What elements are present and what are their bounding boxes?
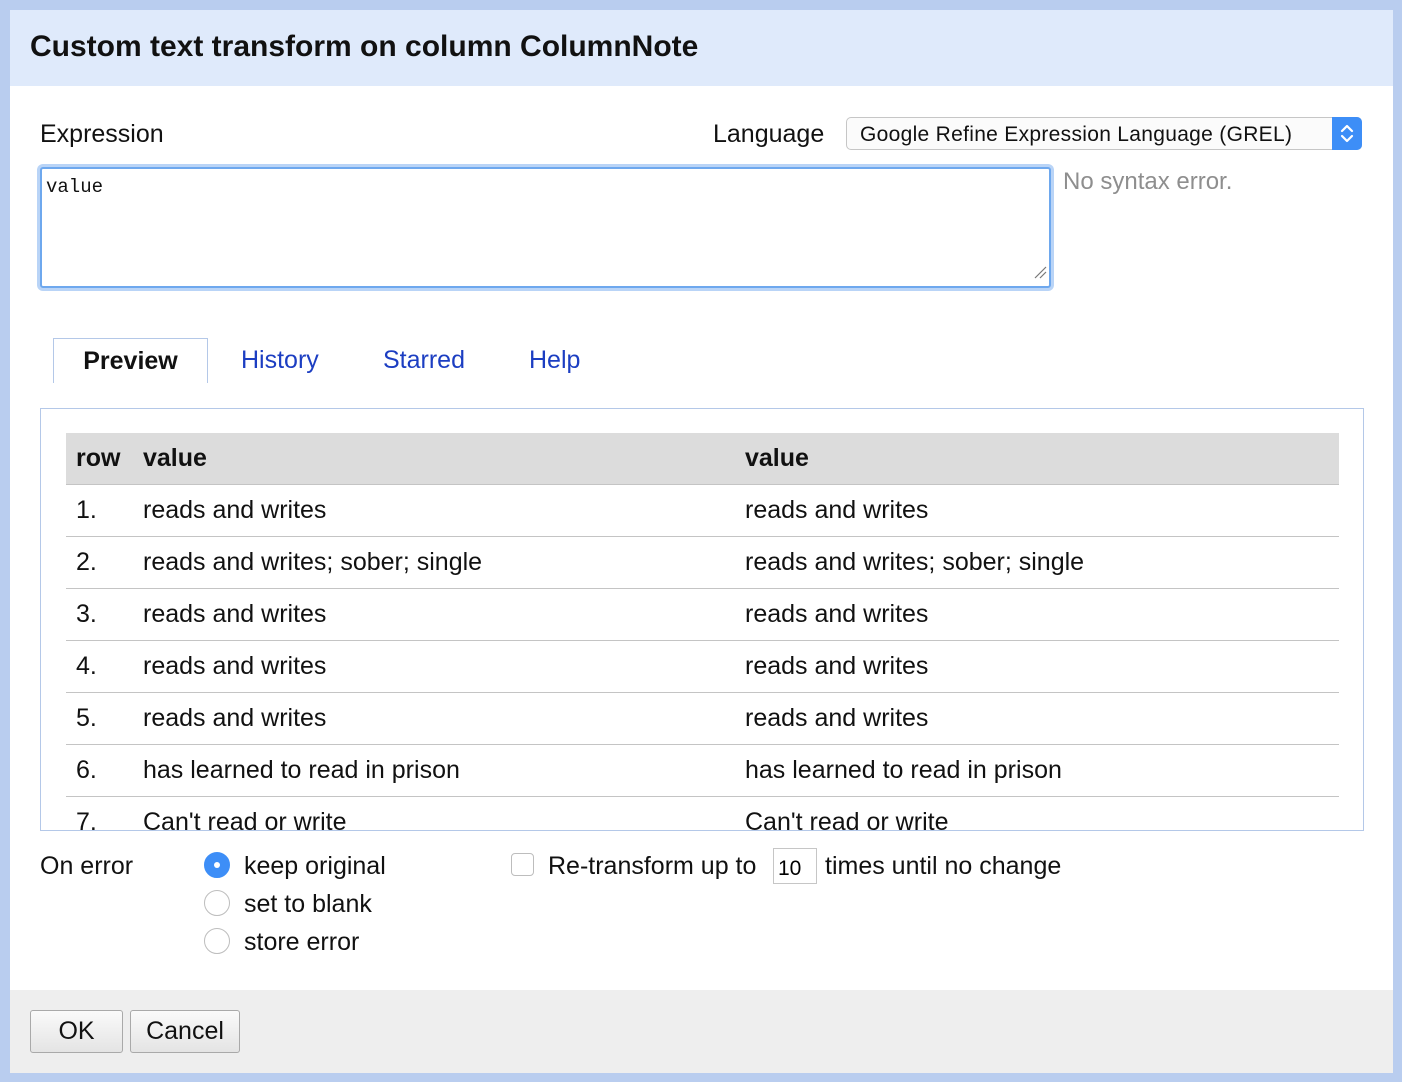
tab-starred[interactable]: Starred	[383, 338, 465, 382]
preview-panel[interactable]: row value value 1. reads and writes read…	[40, 408, 1364, 831]
table-row: 2. reads and writes; sober; single reads…	[66, 536, 1339, 589]
language-selected-value: Google Refine Expression Language (GREL)	[860, 123, 1293, 146]
tab-preview[interactable]: Preview	[53, 338, 208, 383]
radio-store-error[interactable]	[204, 928, 230, 954]
radio-keep-original-label[interactable]: keep original	[244, 852, 386, 881]
cancel-button[interactable]: Cancel	[130, 1010, 240, 1053]
expression-label: Expression	[40, 120, 164, 148]
expression-textarea[interactable]: value	[40, 167, 1051, 288]
updown-chevron-icon	[1332, 117, 1362, 150]
original-value: Can't read or write	[133, 796, 735, 830]
preview-table: row value value 1. reads and writes read…	[66, 433, 1339, 830]
original-value: reads and writes; sober; single	[133, 536, 735, 589]
row-number: 7.	[66, 796, 133, 830]
row-number: 6.	[66, 744, 133, 797]
original-value: reads and writes	[133, 640, 735, 693]
original-value: reads and writes	[133, 588, 735, 641]
table-row: 5. reads and writes reads and writes	[66, 692, 1339, 745]
table-row: 6. has learned to read in prison has lea…	[66, 744, 1339, 797]
expression-value: value	[46, 176, 104, 198]
transformed-value: reads and writes	[735, 588, 1339, 641]
header-row: row	[66, 433, 133, 485]
transformed-value: Can't read or write	[735, 796, 1339, 830]
syntax-status: No syntax error.	[1063, 168, 1233, 195]
transformed-value: has learned to read in prison	[735, 744, 1339, 797]
radio-set-to-blank[interactable]	[204, 890, 230, 916]
tab-help[interactable]: Help	[529, 338, 580, 382]
language-select[interactable]: Google Refine Expression Language (GREL)	[846, 117, 1362, 150]
table-row: 3. reads and writes reads and writes	[66, 588, 1339, 641]
table-row: 7. Can't read or write Can't read or wri…	[66, 796, 1339, 830]
row-number: 2.	[66, 536, 133, 589]
tab-history[interactable]: History	[241, 338, 319, 382]
table-row: 1. reads and writes reads and writes	[66, 484, 1339, 537]
original-value: has learned to read in prison	[133, 744, 735, 797]
table-header-row: row value value	[66, 433, 1339, 485]
original-value: reads and writes	[133, 484, 735, 537]
dialog-title: Custom text transform on column ColumnNo…	[30, 30, 699, 63]
row-number: 3.	[66, 588, 133, 641]
original-value: reads and writes	[133, 692, 735, 745]
table-row: 4. reads and writes reads and writes	[66, 640, 1339, 693]
transformed-value: reads and writes	[735, 640, 1339, 693]
ok-button[interactable]: OK	[30, 1010, 123, 1053]
transformed-value: reads and writes; sober; single	[735, 536, 1339, 589]
row-number: 4.	[66, 640, 133, 693]
radio-keep-original[interactable]	[204, 852, 230, 878]
retransform-suffix-label: times until no change	[825, 852, 1062, 880]
retransform-label: Re-transform up to	[548, 852, 757, 880]
resize-grip-icon[interactable]	[1033, 265, 1047, 284]
dialog-footer: OK Cancel	[10, 990, 1393, 1073]
row-number: 1.	[66, 484, 133, 537]
on-error-label: On error	[40, 852, 134, 880]
radio-store-error-label[interactable]: store error	[244, 928, 359, 957]
radio-set-to-blank-label[interactable]: set to blank	[244, 890, 372, 919]
transformed-value: reads and writes	[735, 484, 1339, 537]
header-transformed-value: value	[735, 433, 1339, 485]
language-label: Language	[713, 120, 825, 148]
transformed-value: reads and writes	[735, 692, 1339, 745]
retransform-checkbox[interactable]	[511, 853, 534, 876]
header-original-value: value	[133, 433, 735, 485]
dialog-titlebar: Custom text transform on column ColumnNo…	[10, 10, 1393, 86]
row-number: 5.	[66, 692, 133, 745]
retransform-count-input[interactable]	[773, 848, 817, 884]
custom-transform-dialog: Custom text transform on column ColumnNo…	[10, 10, 1393, 1073]
